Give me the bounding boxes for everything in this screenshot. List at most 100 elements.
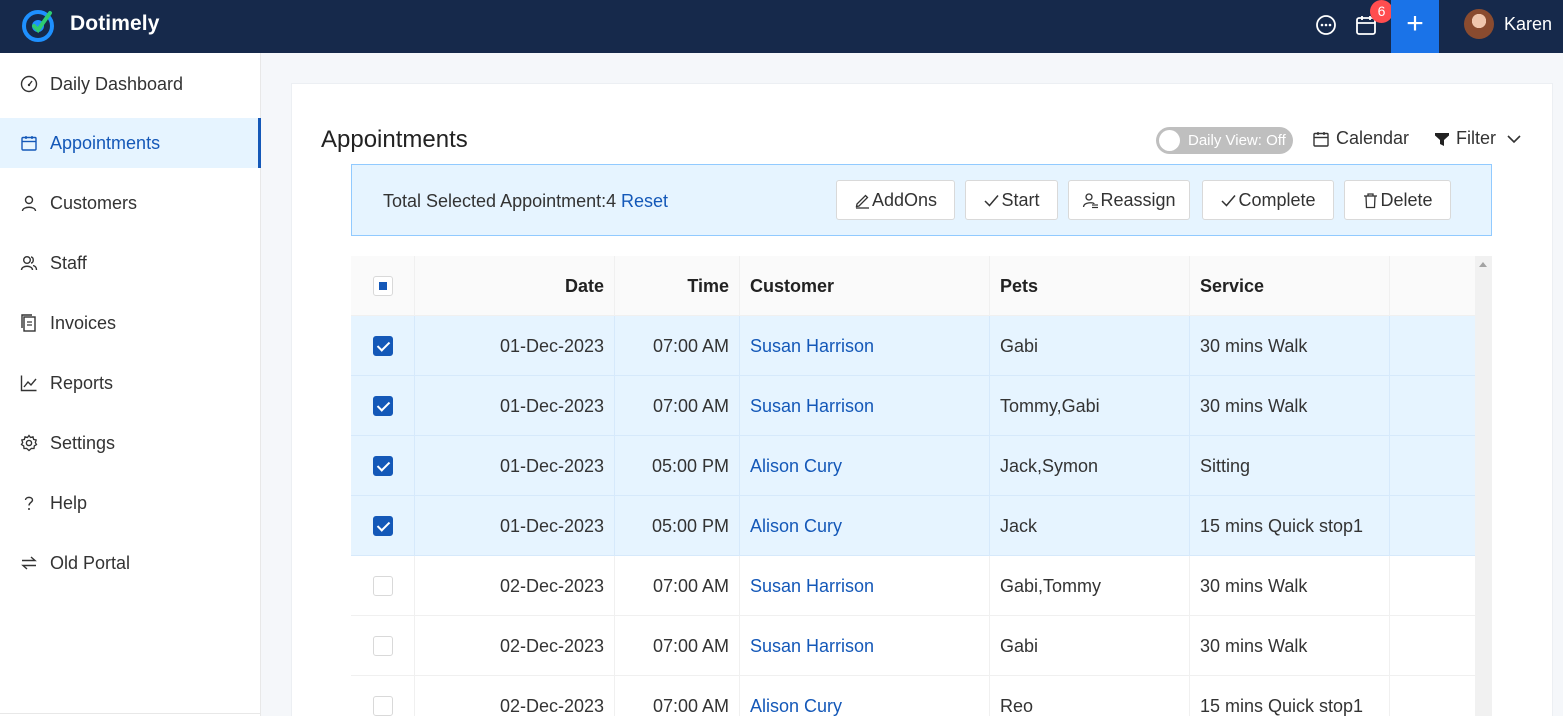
filter-button[interactable]: Filter	[1434, 128, 1522, 149]
column-divider	[1189, 496, 1190, 556]
column-divider	[1389, 316, 1390, 376]
table-scrollbar[interactable]	[1475, 256, 1492, 716]
sidebar-item-settings[interactable]: Settings	[0, 418, 261, 468]
cell-date: 01-Dec-2023	[499, 516, 604, 536]
row-checkbox[interactable]	[373, 696, 393, 716]
header-time[interactable]: Time	[615, 256, 729, 316]
avatar[interactable]	[1464, 9, 1494, 39]
select-all-checkbox[interactable]	[373, 276, 393, 296]
start-button[interactable]: Start	[965, 180, 1058, 220]
addons-button[interactable]: AddOns	[836, 180, 955, 220]
table-row[interactable]: 02-Dec-2023 07:00 AM Susan Harrison Gabi 30 …	[351, 616, 1475, 676]
chat-icon[interactable]	[1314, 13, 1338, 37]
column-divider	[1189, 616, 1190, 676]
row-checkbox[interactable]	[373, 576, 393, 596]
appointments-table: Date Time Customer Pets Service 01-Dec-2…	[351, 256, 1475, 716]
addons-label: AddOns	[871, 189, 938, 210]
column-divider	[989, 676, 990, 716]
invoice-icon	[21, 314, 36, 332]
column-divider	[989, 616, 990, 676]
check-icon	[984, 194, 1000, 207]
column-divider	[1389, 496, 1390, 556]
complete-button[interactable]: Complete	[1202, 180, 1334, 220]
sidebar-item-old-portal[interactable]: Old Portal	[0, 538, 261, 588]
add-button[interactable]: +	[1391, 0, 1439, 53]
table-row[interactable]: 01-Dec-2023 05:00 PM Alison Cury Jack,Symon…	[351, 436, 1475, 496]
sidebar-item-label: Staff	[50, 252, 87, 273]
cell-pets: Tommy,Gabi	[1000, 396, 1100, 416]
table-row[interactable]: 01-Dec-2023 07:00 AM Susan Harrison Gabi 30 …	[351, 316, 1475, 376]
daily-view-label: Daily View: Off	[1188, 132, 1286, 149]
customer-link[interactable]: Alison Cury	[750, 676, 842, 716]
column-divider	[739, 556, 740, 616]
row-checkbox[interactable]	[373, 336, 393, 356]
cell-pets: Gabi	[1000, 336, 1039, 356]
selection-bar: Total Selected Appointment:4 Reset AddOn…	[351, 164, 1492, 236]
cell-date: 02-Dec-2023	[499, 576, 604, 596]
sidebar-item-staff[interactable]: Staff	[0, 238, 261, 288]
calendar-label: Calendar	[1336, 128, 1410, 148]
calendar-button[interactable]: Calendar	[1312, 128, 1409, 149]
column-divider	[1389, 556, 1390, 616]
scroll-up-arrow-icon[interactable]	[1479, 262, 1487, 267]
user-name[interactable]: Karen	[1504, 14, 1552, 35]
column-divider	[739, 436, 740, 496]
column-divider	[1389, 676, 1390, 716]
row-checkbox[interactable]	[373, 456, 393, 476]
customer-link[interactable]: Alison Cury	[750, 496, 842, 556]
calendar-icon	[1313, 131, 1329, 147]
column-divider	[739, 256, 740, 316]
customer-link[interactable]: Susan Harrison	[750, 316, 874, 376]
cell-time: 05:00 PM	[651, 456, 729, 476]
complete-label: Complete	[1238, 189, 1316, 210]
toggle-knob	[1159, 130, 1180, 151]
sidebar-item-reports[interactable]: Reports	[0, 358, 261, 408]
reassign-button[interactable]: Reassign	[1068, 180, 1190, 220]
sidebar-item-label: Customers	[50, 192, 138, 213]
row-checkbox[interactable]	[373, 516, 393, 536]
column-divider	[1189, 676, 1190, 716]
cell-date: 01-Dec-2023	[499, 396, 604, 416]
header-customer[interactable]: Customer	[750, 256, 834, 316]
dotimely-logo-icon[interactable]	[20, 7, 56, 43]
column-divider	[989, 256, 990, 316]
cell-date: 02-Dec-2023	[499, 696, 604, 716]
delete-button[interactable]: Delete	[1344, 180, 1451, 220]
cell-time: 05:00 PM	[651, 516, 729, 536]
filter-label: Filter	[1456, 128, 1496, 148]
sidebar-item-label: Help	[50, 492, 88, 513]
sidebar-item-customers[interactable]: Customers	[0, 178, 261, 228]
daily-view-toggle[interactable]: Daily View: Off	[1156, 127, 1293, 154]
sidebar-item-invoices[interactable]: Invoices	[0, 298, 261, 348]
column-divider	[739, 496, 740, 556]
table-row[interactable]: 01-Dec-2023 05:00 PM Alison Cury Jack 15 min…	[351, 496, 1475, 556]
column-divider	[989, 436, 990, 496]
sidebar-item-daily-dashboard[interactable]: Daily Dashboard	[0, 59, 261, 109]
table-row[interactable]: 02-Dec-2023 07:00 AM Susan Harrison Gabi,To…	[351, 556, 1475, 616]
filter-icon	[1435, 132, 1449, 146]
sidebar-item-help[interactable]: Help	[0, 478, 261, 528]
delete-label: Delete	[1380, 189, 1433, 210]
header-service[interactable]: Service	[1200, 256, 1264, 316]
column-divider	[1389, 436, 1390, 496]
customer-link[interactable]: Alison Cury	[750, 436, 842, 496]
customer-link[interactable]: Susan Harrison	[750, 556, 874, 616]
customer-link[interactable]: Susan Harrison	[750, 376, 874, 436]
table-row[interactable]: 01-Dec-2023 07:00 AM Susan Harrison Tommy,G…	[351, 376, 1475, 436]
row-checkbox[interactable]	[373, 636, 393, 656]
table-row[interactable]: 02-Dec-2023 07:00 AM Alison Cury Reo 15 mins…	[351, 676, 1475, 716]
header-date[interactable]: Date	[415, 256, 604, 316]
column-divider	[1189, 376, 1190, 436]
column-divider	[989, 316, 990, 376]
reset-link[interactable]: Reset	[621, 191, 668, 212]
row-checkbox[interactable]	[373, 396, 393, 416]
header-pets[interactable]: Pets	[1000, 256, 1038, 316]
customer-link[interactable]: Susan Harrison	[750, 616, 874, 676]
sidebar-item-appointments[interactable]: Appointments	[0, 118, 261, 168]
cell-service: Sitting	[1200, 456, 1251, 476]
column-divider	[739, 376, 740, 436]
cell-date: 01-Dec-2023	[499, 456, 604, 476]
cell-date: 02-Dec-2023	[499, 636, 604, 656]
brand-name[interactable]: Dotimely	[70, 12, 160, 36]
column-divider	[739, 676, 740, 716]
